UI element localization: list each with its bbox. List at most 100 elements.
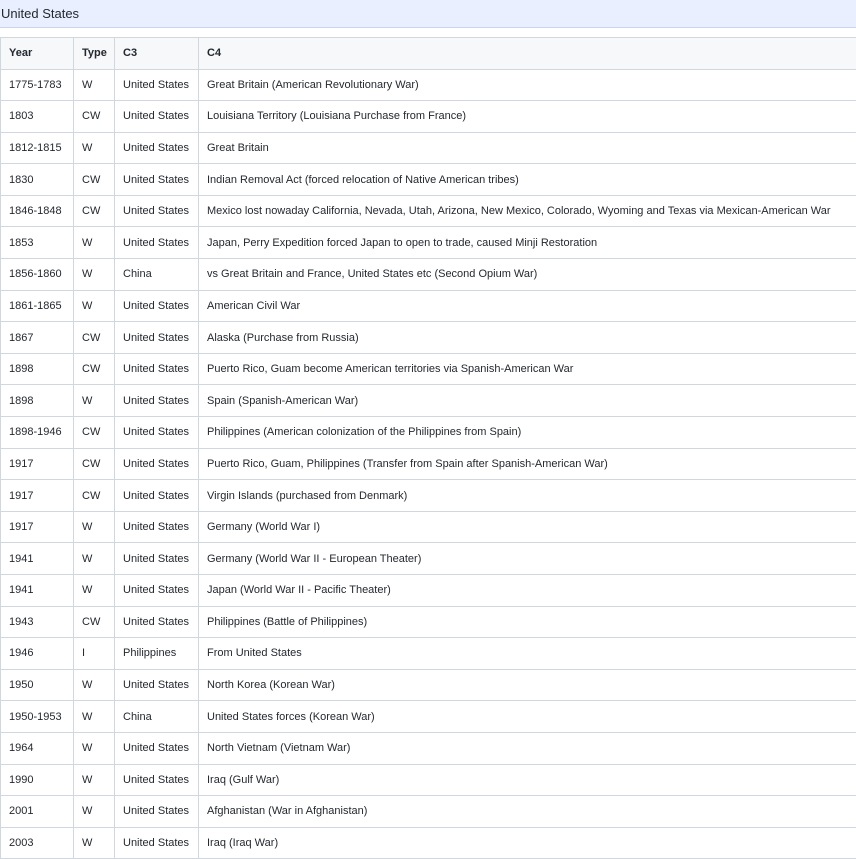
cell-year: 1846-1848	[0, 195, 74, 228]
cell-c4: Virgin Islands (purchased from Denmark)	[198, 479, 856, 512]
cell-year: 1898-1946	[0, 416, 74, 449]
cell-c3: United States	[114, 732, 199, 765]
cell-year: 2001	[0, 795, 74, 828]
cell-type: W	[73, 258, 115, 291]
cell-type: W	[73, 132, 115, 165]
data-table-container[interactable]: Year Type C3 C4 1775-1783 W United States G…	[0, 37, 856, 859]
table-row[interactable]: 1856-1860 W China vs Great Britain and Fran…	[0, 258, 856, 291]
cell-c3: Philippines	[114, 637, 199, 670]
cell-year: 1917	[0, 479, 74, 512]
cell-year: 1812-1815	[0, 132, 74, 165]
cell-year: 1853	[0, 226, 74, 260]
cell-year: 1941	[0, 574, 74, 607]
cell-year: 1943	[0, 606, 74, 639]
table-row[interactable]: 1898-1946 CW United States Philippines (Ame…	[0, 416, 856, 449]
cell-c3: China	[114, 700, 199, 733]
cell-year: 1950-1953	[0, 700, 74, 733]
cell-type: W	[73, 69, 115, 102]
cell-c4: Puerto Rico, Guam, Philippines (Transfer…	[198, 448, 856, 481]
cell-c4: Louisiana Territory (Louisiana Purchase …	[198, 100, 856, 133]
cell-type: CW	[73, 195, 115, 228]
table-row[interactable]: 1853 W United States Japan, Perry Expeditio…	[0, 226, 856, 260]
table-row[interactable]: 1803 CW United States Louisiana Territory (…	[0, 100, 856, 133]
table-row[interactable]: 1846-1848 CW United States Mexico lost nowa…	[0, 195, 856, 228]
column-header-year[interactable]: Year	[0, 38, 74, 70]
cell-type: CW	[73, 163, 115, 196]
cell-c4: American Civil War	[198, 290, 856, 323]
cell-type: W	[73, 795, 115, 828]
cell-year: 1941	[0, 542, 74, 575]
cell-type: CW	[73, 353, 115, 386]
cell-c3: United States	[114, 195, 199, 228]
cell-c4: Great Britain (American Revolutionary Wa…	[198, 69, 856, 102]
cell-type: W	[73, 384, 115, 418]
cell-c4: North Vietnam (Vietnam War)	[198, 732, 856, 765]
data-table: Year Type C3 C4 1775-1783 W United States G…	[0, 38, 856, 859]
cell-year: 1861-1865	[0, 290, 74, 323]
cell-type: CW	[73, 479, 115, 512]
table-row[interactable]: 1964 W United States North Vietnam (Vietnam…	[0, 732, 856, 765]
table-row[interactable]: 1830 CW United States Indian Removal Act (f…	[0, 163, 856, 196]
cell-year: 1898	[0, 353, 74, 386]
table-row[interactable]: 1990 W United States Iraq (Gulf War)	[0, 764, 856, 797]
cell-type: W	[73, 226, 115, 260]
column-header-c4[interactable]: C4	[198, 38, 856, 70]
cell-year: 1950	[0, 669, 74, 702]
column-header-type[interactable]: Type	[73, 38, 115, 70]
cell-type: CW	[73, 606, 115, 639]
cell-c3: China	[114, 258, 199, 291]
table-row[interactable]: 1898 W United States Spain (Spanish-America…	[0, 384, 856, 418]
cell-year: 1856-1860	[0, 258, 74, 291]
cell-c3: United States	[114, 100, 199, 133]
cell-c4: United States forces (Korean War)	[198, 700, 856, 733]
cell-year: 1830	[0, 163, 74, 196]
cell-c3: United States	[114, 416, 199, 449]
cell-c3: United States	[114, 479, 199, 512]
table-row[interactable]: 1867 CW United States Alaska (Purchase from…	[0, 321, 856, 354]
table-title: United States	[0, 0, 856, 28]
cell-type: W	[73, 764, 115, 797]
cell-c3: United States	[114, 542, 199, 575]
cell-c3: United States	[114, 321, 199, 354]
table-row[interactable]: 1898 CW United States Puerto Rico, Guam bec…	[0, 353, 856, 386]
table-row[interactable]: 1917 W United States Germany (World War I)	[0, 511, 856, 544]
table-row[interactable]: 1861-1865 W United States American Civil Wa…	[0, 290, 856, 323]
table-row[interactable]: 2003 W United States Iraq (Iraq War)	[0, 827, 856, 859]
cell-c4: Great Britain	[198, 132, 856, 165]
table-row[interactable]: 1812-1815 W United States Great Britain	[0, 132, 856, 165]
cell-type: W	[73, 542, 115, 575]
cell-c4: Mexico lost nowaday California, Nevada, …	[198, 195, 856, 228]
cell-year: 1775-1783	[0, 69, 74, 102]
table-row[interactable]: 2001 W United States Afghanistan (War in Af…	[0, 795, 856, 828]
cell-type: W	[73, 732, 115, 765]
cell-c3: United States	[114, 132, 199, 165]
cell-type: W	[73, 574, 115, 607]
cell-c3: United States	[114, 511, 199, 544]
cell-type: I	[73, 637, 115, 670]
table-row[interactable]: 1917 CW United States Virgin Islands (purch…	[0, 479, 856, 512]
cell-c3: United States	[114, 226, 199, 260]
cell-c3: United States	[114, 764, 199, 797]
table-row[interactable]: 1950-1953 W China United States forces (Kor…	[0, 700, 856, 733]
cell-type: W	[73, 827, 115, 859]
cell-type: W	[73, 290, 115, 323]
cell-c3: United States	[114, 69, 199, 102]
cell-type: CW	[73, 100, 115, 133]
cell-type: W	[73, 700, 115, 733]
table-row[interactable]: 1946 I Philippines From United States	[0, 637, 856, 670]
cell-year: 1990	[0, 764, 74, 797]
table-row[interactable]: 1917 CW United States Puerto Rico, Guam, Ph…	[0, 448, 856, 481]
column-header-c3[interactable]: C3	[114, 38, 199, 70]
cell-c4: Iraq (Iraq War)	[198, 827, 856, 859]
cell-year: 1917	[0, 448, 74, 481]
header-row: Year Type C3 C4	[0, 38, 856, 70]
table-row[interactable]: 1775-1783 W United States Great Britain (Am…	[0, 69, 856, 102]
table-row[interactable]: 1950 W United States North Korea (Korean Wa…	[0, 669, 856, 702]
table-row[interactable]: 1943 CW United States Philippines (Battle o…	[0, 606, 856, 639]
table-row[interactable]: 1941 W United States Japan (World War II - …	[0, 574, 856, 607]
cell-type: W	[73, 511, 115, 544]
table-row[interactable]: 1941 W United States Germany (World War II …	[0, 542, 856, 575]
cell-type: CW	[73, 448, 115, 481]
cell-c3: United States	[114, 353, 199, 386]
cell-year: 1964	[0, 732, 74, 765]
